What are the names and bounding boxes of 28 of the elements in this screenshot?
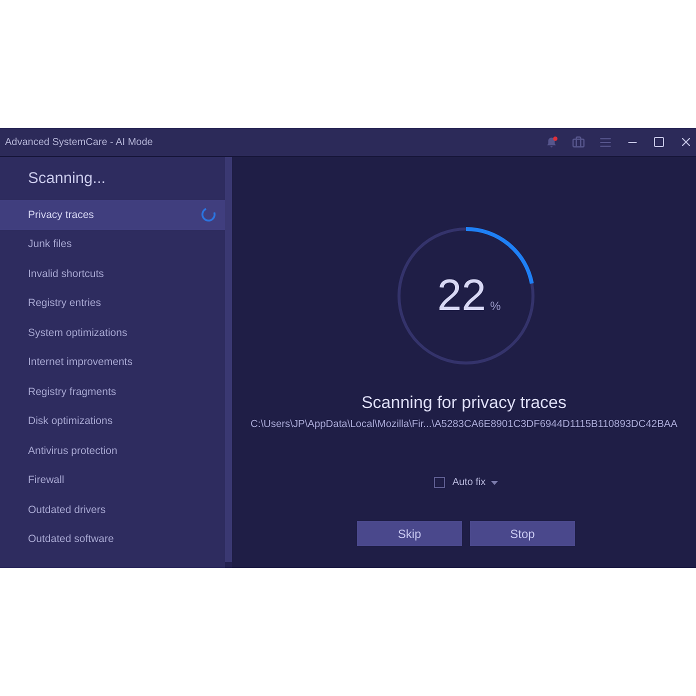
- scan-path: C:\Users\JP\AppData\Local\Mozilla\Fir...\A5283CA6E8901C3DF6944D1115B110893DC42BAA: [250, 419, 678, 430]
- sidebar-item[interactable]: Disk optimizations: [0, 406, 225, 436]
- action-button[interactable]: Stop: [470, 521, 575, 546]
- bell-icon[interactable]: [545, 136, 558, 148]
- menu-icon[interactable]: [599, 136, 612, 148]
- sidebar-item[interactable]: Privacy traces: [0, 200, 225, 230]
- sidebar-item[interactable]: Antivirus protection: [0, 436, 225, 466]
- auto-fix-label[interactable]: Auto fix: [452, 477, 486, 488]
- sidebar-item[interactable]: Internet improvements: [0, 348, 225, 377]
- sidebar-item[interactable]: System optimizations: [0, 318, 225, 348]
- caret-icon[interactable]: [490, 480, 498, 484]
- close-icon[interactable]: [679, 135, 693, 149]
- sidebar-item[interactable]: Outdated drivers: [0, 495, 225, 524]
- sidebar-item[interactable]: Registry entries: [0, 288, 225, 318]
- action-button[interactable]: Skip: [357, 521, 462, 546]
- sidebar-item[interactable]: Outdated software: [0, 524, 225, 554]
- scan-title: Scanning for privacy traces: [361, 393, 567, 413]
- progress-value: 22: [437, 274, 486, 318]
- sidebar-item[interactable]: Firewall: [0, 466, 225, 495]
- sidebar-item[interactable]: Invalid shortcuts: [0, 259, 225, 288]
- briefcase-icon[interactable]: [572, 136, 585, 148]
- window-title: Advanced SystemCare - AI Mode: [5, 136, 153, 148]
- maximize-icon[interactable]: [653, 136, 665, 148]
- sidebar-item[interactable]: Registry fragments: [0, 377, 225, 406]
- percent-unit: %: [490, 300, 501, 312]
- sidebar-item[interactable]: Junk files: [0, 230, 225, 259]
- auto-fix-checkbox[interactable]: [434, 477, 446, 488]
- sidebar-heading: Scanning...: [28, 170, 106, 188]
